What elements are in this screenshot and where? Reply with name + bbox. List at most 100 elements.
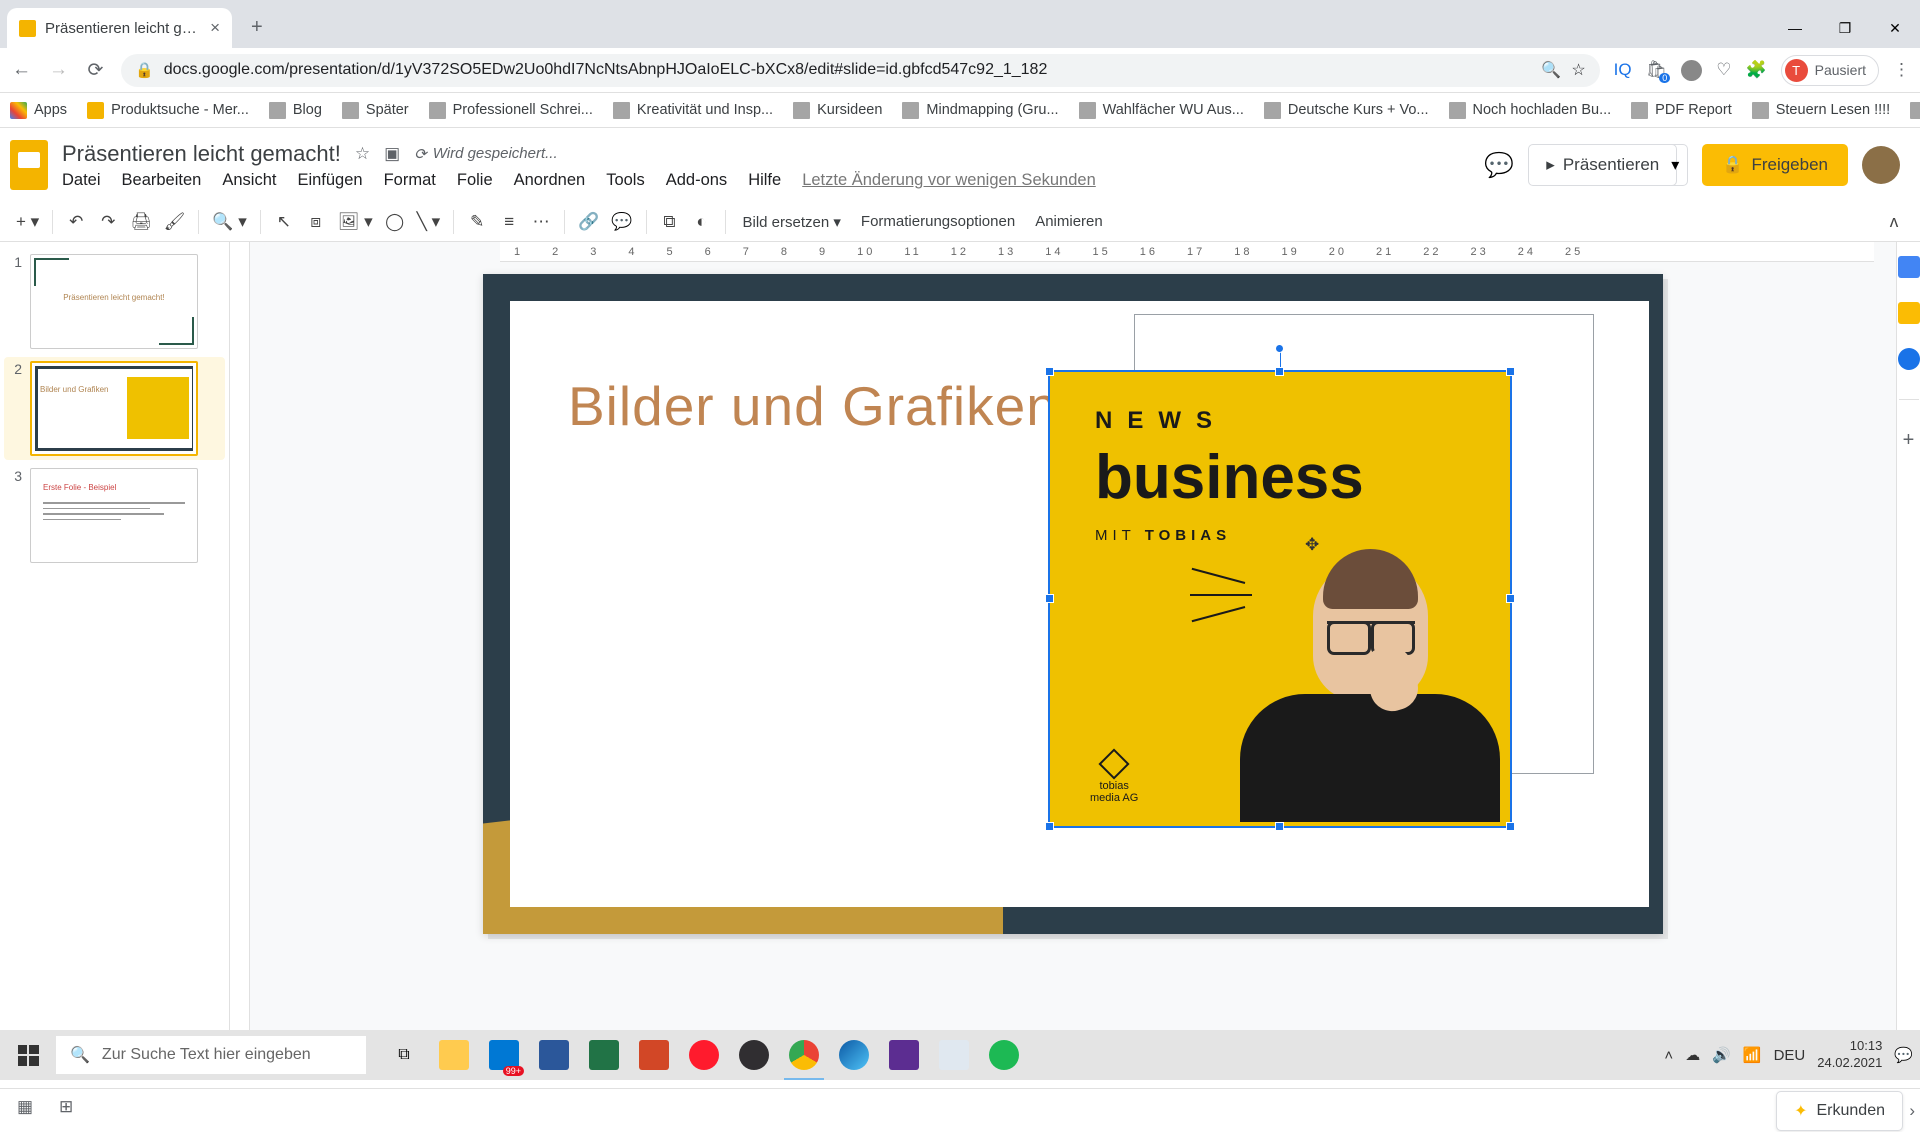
border-weight-button[interactable]: ≡: [495, 208, 523, 236]
grid-view-icon[interactable]: ⊞: [59, 1097, 87, 1125]
canvas-area[interactable]: 1234567891011121314151617181920212223242…: [250, 242, 1896, 1030]
excel-icon[interactable]: [580, 1030, 628, 1080]
menu-format[interactable]: Format: [384, 171, 436, 190]
chrome-icon[interactable]: [780, 1030, 828, 1080]
format-options-button[interactable]: Formatierungsoptionen: [853, 213, 1023, 230]
filmstrip-view-icon[interactable]: ▦: [17, 1097, 45, 1125]
print-button[interactable]: 🖨: [126, 208, 156, 236]
maximize-button[interactable]: ❐: [1820, 8, 1870, 48]
menu-folie[interactable]: Folie: [457, 171, 493, 190]
zoom-button[interactable]: 🔍 ▾: [208, 208, 250, 236]
shape-tool[interactable]: ◯: [381, 208, 409, 236]
forward-button[interactable]: →: [47, 59, 70, 82]
tasks-icon[interactable]: [1898, 348, 1920, 370]
url-input[interactable]: 🔒 docs.google.com/presentation/d/1yV372S…: [121, 54, 1600, 87]
menu-tools[interactable]: Tools: [606, 171, 645, 190]
menu-anordnen[interactable]: Anordnen: [514, 171, 586, 190]
opera-icon[interactable]: [680, 1030, 728, 1080]
present-button[interactable]: ▸ Präsentieren: [1528, 144, 1677, 186]
line-tool[interactable]: ╲ ▾: [413, 208, 445, 236]
back-button[interactable]: ←: [10, 59, 33, 82]
add-sidepanel-icon[interactable]: +: [1903, 429, 1915, 452]
bookmark-item[interactable]: Steuern Lesen !!!!: [1752, 102, 1890, 119]
slide-title[interactable]: Bilder und Grafiken: [568, 374, 1058, 438]
paint-format-button[interactable]: 🖌: [160, 208, 190, 236]
extension-icon-1[interactable]: IQ: [1614, 60, 1632, 80]
bookmark-item[interactable]: Professionell Schrei...: [429, 102, 593, 119]
image-tool[interactable]: 🖼 ▾: [334, 208, 377, 236]
obs-icon[interactable]: [730, 1030, 778, 1080]
windows-search[interactable]: 🔍 Zur Suche Text hier eingeben: [56, 1036, 366, 1074]
bookmark-item[interactable]: Steuern Videos wic...: [1910, 102, 1920, 119]
document-title[interactable]: Präsentieren leicht gemacht!: [62, 141, 341, 167]
profile-chip[interactable]: T Pausiert: [1781, 55, 1879, 86]
wifi-icon[interactable]: 📶: [1743, 1046, 1762, 1064]
extension-icon-3[interactable]: [1681, 60, 1702, 81]
bookmark-item[interactable]: PDF Report: [1631, 102, 1732, 119]
replace-image-button[interactable]: Bild ersetzen ▾: [735, 213, 849, 231]
edge-icon[interactable]: [830, 1030, 878, 1080]
bookmark-item[interactable]: Kreativität und Insp...: [613, 102, 773, 119]
link-button[interactable]: 🔗: [574, 208, 603, 236]
task-view-icon[interactable]: ⧉: [380, 1030, 428, 1080]
rotate-handle[interactable]: [1275, 344, 1284, 353]
selected-image[interactable]: NEWS business MIT TOBIAS tobias media AG: [1048, 370, 1512, 828]
mail-icon[interactable]: 99+: [480, 1030, 528, 1080]
menu-ansicht[interactable]: Ansicht: [222, 171, 276, 190]
present-dropdown[interactable]: ▾: [1663, 144, 1688, 186]
bookmark-item[interactable]: Noch hochladen Bu...: [1449, 102, 1612, 119]
powerpoint-icon[interactable]: [630, 1030, 678, 1080]
select-tool[interactable]: ↖: [270, 208, 298, 236]
notifications-icon[interactable]: 💬: [1894, 1046, 1913, 1064]
bookmark-item[interactable]: Mindmapping (Gru...: [902, 102, 1058, 119]
menu-hilfe[interactable]: Hilfe: [748, 171, 781, 190]
minimize-button[interactable]: —: [1770, 8, 1820, 48]
crop-button[interactable]: ⧉: [656, 208, 684, 236]
bookmark-item[interactable]: Kursideen: [793, 102, 882, 119]
start-button[interactable]: [0, 1030, 56, 1080]
keep-icon[interactable]: [1898, 302, 1920, 324]
file-explorer-icon[interactable]: [430, 1030, 478, 1080]
close-tab-icon[interactable]: ×: [210, 18, 220, 38]
bookmark-item[interactable]: Wahlfächer WU Aus...: [1079, 102, 1244, 119]
volume-icon[interactable]: 🔊: [1712, 1046, 1731, 1064]
menu-einfuegen[interactable]: Einfügen: [297, 171, 362, 190]
browser-tab[interactable]: Präsentieren leicht gemacht! - G ×: [7, 8, 232, 48]
thumbnail-2[interactable]: 2 Bilder und Grafiken: [4, 357, 225, 460]
spotify-icon[interactable]: [980, 1030, 1028, 1080]
mask-button[interactable]: ◐: [688, 208, 716, 236]
bookmark-item[interactable]: Produktsuche - Mer...: [87, 102, 249, 119]
redo-button[interactable]: ↷: [94, 208, 122, 236]
bookmark-item[interactable]: Blog: [269, 102, 322, 119]
star-icon[interactable]: ☆: [355, 144, 370, 164]
share-button[interactable]: 🔒 Freigeben: [1702, 144, 1848, 186]
reload-button[interactable]: ⟳: [84, 59, 107, 82]
collapse-toolbar-icon[interactable]: ʌ: [1880, 208, 1908, 236]
thumbnail-3[interactable]: 3 Erste Folie - Beispiel: [8, 468, 221, 563]
expand-panel-icon[interactable]: ›: [1909, 1101, 1915, 1121]
language-indicator[interactable]: DEU: [1774, 1047, 1806, 1064]
bookmark-item[interactable]: Deutsche Kurs + Vo...: [1264, 102, 1429, 119]
word-icon[interactable]: [530, 1030, 578, 1080]
extensions-menu-icon[interactable]: 🧩: [1745, 60, 1766, 80]
new-tab-button[interactable]: +: [242, 7, 272, 48]
close-window-button[interactable]: ✕: [1870, 8, 1920, 48]
current-slide[interactable]: Bilder und Grafiken NEWS business MI: [483, 274, 1663, 934]
move-folder-icon[interactable]: ▣: [384, 144, 400, 164]
thumbnail-1[interactable]: 1 Präsentieren leicht gemacht!: [8, 254, 221, 349]
user-avatar[interactable]: [1862, 146, 1900, 184]
comments-icon[interactable]: 💬: [1484, 151, 1514, 180]
menu-datei[interactable]: Datei: [62, 171, 101, 190]
undo-button[interactable]: ↶: [62, 208, 90, 236]
app-icon[interactable]: [880, 1030, 928, 1080]
menu-bearbeiten[interactable]: Bearbeiten: [122, 171, 202, 190]
menu-addons[interactable]: Add-ons: [666, 171, 727, 190]
extension-icon-4[interactable]: ♡: [1716, 60, 1731, 80]
textbox-tool[interactable]: ⧈: [302, 208, 330, 236]
tray-chevron-icon[interactable]: ˄: [1664, 1047, 1673, 1064]
chrome-menu-icon[interactable]: ⋮: [1893, 60, 1910, 80]
apps-bookmark[interactable]: Apps: [10, 102, 67, 119]
notepad-icon[interactable]: [930, 1030, 978, 1080]
extension-icon-2[interactable]: 🛍0: [1646, 60, 1668, 80]
border-color-button[interactable]: ✎: [463, 208, 491, 236]
